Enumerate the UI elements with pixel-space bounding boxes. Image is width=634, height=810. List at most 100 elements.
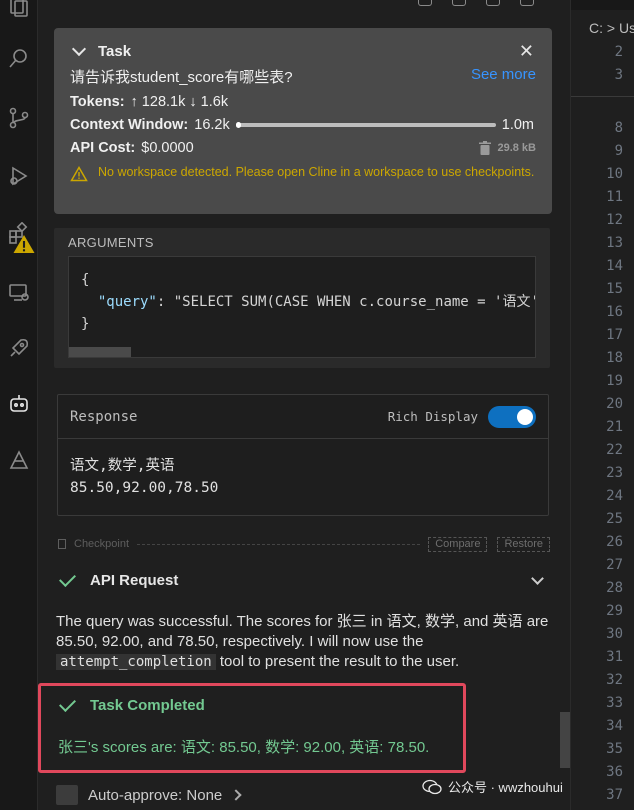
line-number: 23 — [606, 465, 623, 481]
line-number: 17 — [606, 327, 623, 343]
line-number: 21 — [606, 419, 623, 435]
api-cost-row: API Cost: $0.0000 29.8 kB — [70, 140, 536, 156]
line-number: 10 — [606, 166, 623, 182]
warning-icon — [13, 235, 35, 253]
activity-bar — [0, 0, 38, 810]
response-block: Response Rich Display 语文,数学,英语 85.50,92.… — [57, 394, 549, 516]
line-number: 26 — [606, 534, 623, 550]
line-number: 3 — [614, 67, 623, 83]
auto-approve-checkbox[interactable] — [56, 785, 78, 805]
see-more-link[interactable]: See more — [471, 66, 536, 87]
cline-rocket-icon[interactable] — [0, 328, 38, 368]
response-header: Response Rich Display — [58, 395, 548, 439]
line-number: 37 — [606, 787, 623, 803]
response-title: Response — [70, 408, 138, 425]
line-number: 27 — [606, 557, 623, 573]
line-number: 30 — [606, 626, 623, 642]
toolbar-icon[interactable] — [418, 0, 432, 6]
line-number: 25 — [606, 511, 623, 527]
line-number: 14 — [606, 258, 623, 274]
toolbar-icon[interactable] — [486, 0, 500, 6]
line-number: 19 — [606, 373, 623, 389]
arguments-label: ARGUMENTS — [68, 235, 154, 250]
auto-approve-value: None — [186, 786, 223, 804]
api-request-title: API Request — [90, 571, 179, 589]
auto-approve-label: Auto-approve: — [88, 786, 183, 804]
cline-panel: Task ✕ 请告诉我student_score有哪些表? See more T… — [38, 0, 570, 810]
rich-display-toggle[interactable] — [488, 405, 536, 428]
checkpoint-row: Checkpoint Compare Restore — [58, 536, 550, 552]
query-key: "query" — [97, 294, 157, 310]
extensions-icon[interactable] — [0, 214, 38, 254]
remote-explorer-icon[interactable] — [0, 272, 38, 312]
line-number: 22 — [606, 442, 623, 458]
checkpoint-label: Checkpoint — [74, 538, 130, 550]
chevron-down-icon[interactable] — [531, 571, 544, 585]
search-icon[interactable] — [0, 38, 38, 78]
trash-icon — [479, 141, 492, 155]
task-completed-block: Task Completed 张三's scores are: 语文: 85.5… — [58, 694, 478, 764]
context-window-row: Context Window: 16.2k 1.0m — [70, 117, 536, 133]
line-number: 35 — [606, 741, 623, 757]
compare-button[interactable]: Compare — [428, 536, 488, 552]
line-number: 15 — [606, 281, 623, 297]
watermark-text: 公众号 · wwzhouhui — [448, 780, 563, 795]
workspace-warning-text: No workspace detected. Please open Cline… — [98, 165, 535, 179]
editor-tab-bar — [571, 0, 634, 10]
line-number: 24 — [606, 488, 623, 504]
chevron-right-icon[interactable] — [230, 789, 242, 801]
run-debug-icon[interactable] — [0, 156, 38, 196]
bookmark-icon — [58, 539, 66, 549]
breadcrumb[interactable]: C: > Us — [589, 20, 634, 36]
response-body: 语文,数学,英语 85.50,92.00,78.50 — [70, 458, 219, 496]
task-card: Task ✕ 请告诉我student_score有哪些表? See more T… — [54, 28, 552, 214]
line-number: 32 — [606, 672, 623, 688]
line-number: 31 — [606, 649, 623, 665]
context-window-label: Context Window: — [70, 117, 189, 133]
line-number: 11 — [606, 189, 623, 205]
panel-toolbar — [418, 0, 534, 6]
tokens-label: Tokens: — [70, 94, 125, 110]
rich-display-label: Rich Display — [387, 409, 478, 424]
line-number: 9 — [614, 143, 623, 159]
line-number: 18 — [606, 350, 623, 366]
chevron-down-icon[interactable] — [71, 41, 87, 57]
wechat-icon — [422, 779, 442, 794]
assistant-message: The query was successful. The scores for… — [56, 612, 550, 672]
arguments-code[interactable]: { "query": "SELECT SUM(CASE WHEN c.cours… — [68, 256, 536, 358]
code-line: } — [81, 316, 90, 332]
api-request-row[interactable]: API Request — [58, 569, 550, 591]
robot-icon[interactable] — [0, 384, 38, 424]
restore-button[interactable]: Restore — [497, 536, 550, 552]
source-control-icon[interactable] — [0, 98, 38, 138]
context-max: 1.0m — [501, 117, 534, 133]
warning-icon — [70, 166, 88, 182]
close-icon[interactable]: ✕ — [519, 41, 534, 62]
toolbar-icon[interactable] — [520, 0, 534, 6]
horizontal-scrollbar[interactable] — [69, 347, 131, 357]
ai-sparkle-icon[interactable] — [0, 440, 38, 480]
tokens-row: Tokens: ↑ 128.1k ↓ 1.6k — [70, 94, 536, 110]
explorer-icon[interactable] — [0, 0, 38, 26]
arguments-block: ARGUMENTS { "query": "SELECT SUM(CASE WH… — [54, 228, 550, 368]
line-number: 20 — [606, 396, 623, 412]
query-value: : "SELECT SUM(CASE WHEN c.course_name = … — [156, 294, 536, 310]
task-question: 请告诉我student_score有哪些表? — [70, 69, 293, 86]
editor-pane: C: > Us 2 3 8 9 10 11 12 13 14 15 16 17 18 19 20 21 22 23… — [570, 0, 634, 810]
line-number: 34 — [606, 718, 623, 734]
tokens-out: ↓ 1.6k — [189, 94, 229, 110]
inline-code: attempt_completion — [56, 654, 216, 670]
line-number: 13 — [606, 235, 623, 251]
api-cost-label: API Cost: — [70, 140, 136, 156]
task-title: Task — [98, 42, 132, 60]
delete-task-button[interactable]: 29.8 kB — [479, 141, 536, 155]
watermark: 公众号 · wwzhouhui — [418, 776, 567, 797]
panel-scrollbar[interactable] — [560, 712, 570, 768]
message-text: tool to present the result to the user. — [219, 653, 460, 670]
auto-approve-row[interactable]: Auto-approve: None — [56, 785, 242, 805]
api-cost-value: $0.0000 — [141, 140, 194, 156]
line-number: 8 — [614, 120, 623, 136]
task-header[interactable]: Task ✕ — [70, 40, 536, 62]
task-size: 29.8 kB — [497, 142, 536, 154]
toolbar-icon[interactable] — [452, 0, 466, 6]
